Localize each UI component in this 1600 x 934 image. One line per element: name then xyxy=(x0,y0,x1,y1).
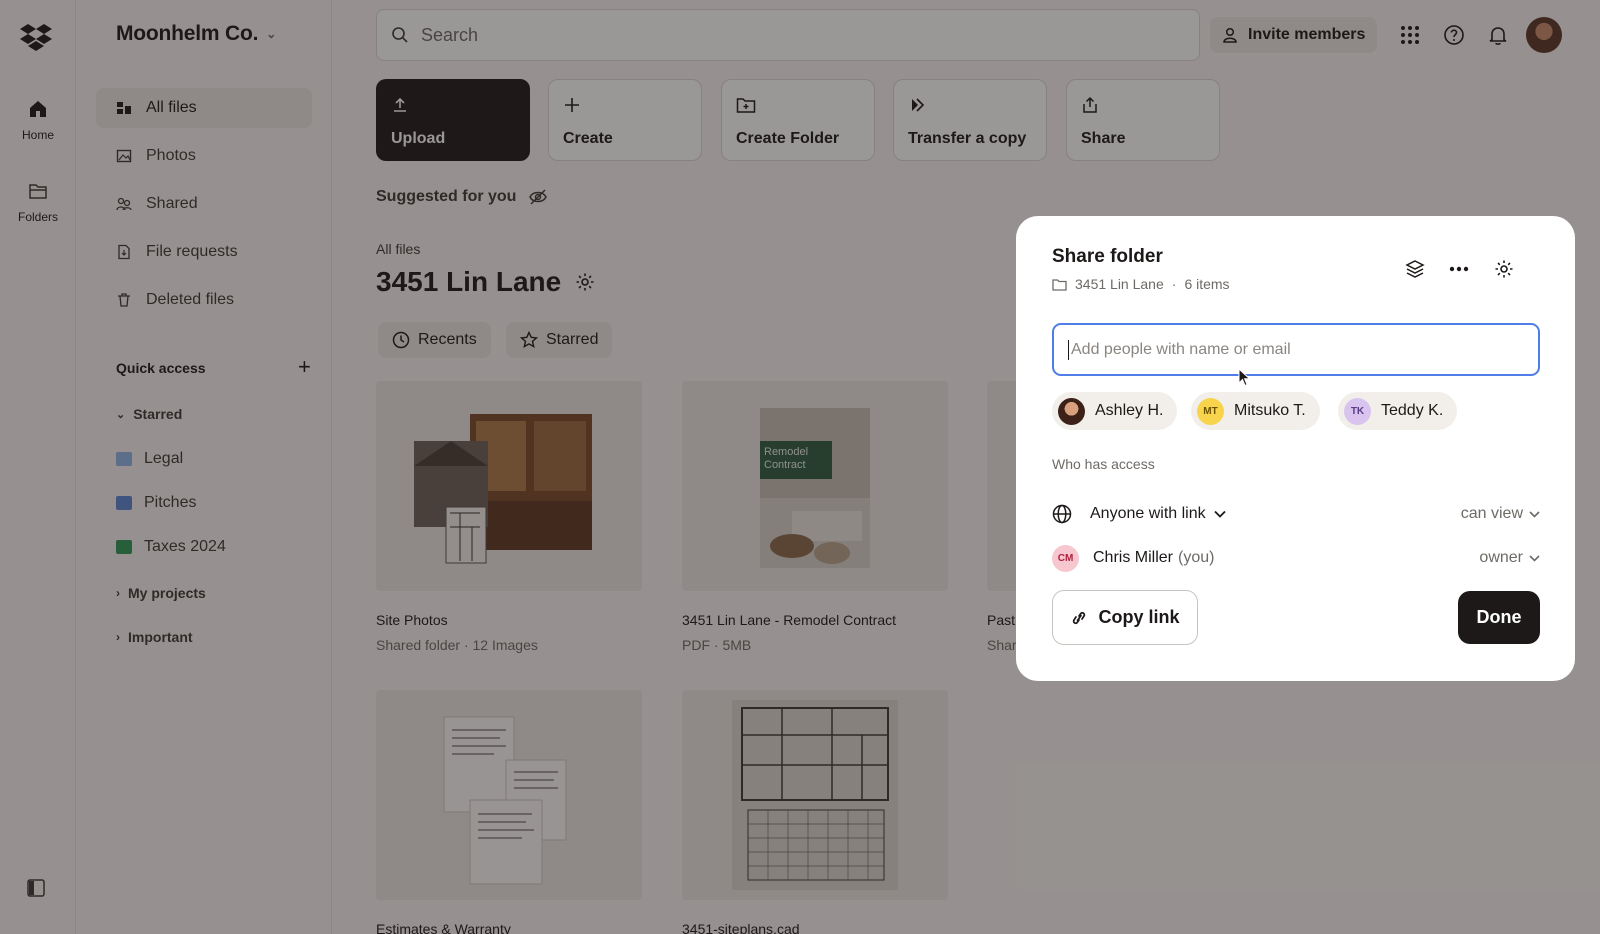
suggestion-name: Teddy K. xyxy=(1381,402,1444,419)
add-people-placeholder: Add people with name or email xyxy=(1071,340,1291,358)
chevron-down-icon xyxy=(1213,510,1226,518)
globe-icon xyxy=(1052,504,1072,524)
share-folder-dialog: Share folder 3451 Lin Lane · 6 items Add… xyxy=(1016,216,1575,681)
suggestion-chip-mitsuko[interactable]: MT Mitsuko T. xyxy=(1191,392,1320,430)
owner-permission-dropdown[interactable]: owner xyxy=(1479,549,1540,567)
chevron-down-icon xyxy=(1529,510,1540,518)
link-access-row: Anyone with link can view xyxy=(1052,499,1540,529)
dialog-item-count: 6 items xyxy=(1184,276,1230,292)
add-people-input[interactable]: Add people with name or email xyxy=(1052,323,1540,376)
dialog-folder-meta: 3451 Lin Lane · 6 items xyxy=(1052,276,1230,292)
who-has-access-label: Who has access xyxy=(1052,456,1155,472)
avatar: MT xyxy=(1197,397,1224,425)
meta-separator: · xyxy=(1171,276,1177,292)
owner-row: CM Chris Miller (you) owner xyxy=(1052,543,1540,573)
dialog-title: Share folder xyxy=(1052,246,1163,267)
owner-permission-label: owner xyxy=(1479,549,1523,566)
more-options-icon[interactable] xyxy=(1448,258,1470,280)
done-button[interactable]: Done xyxy=(1458,591,1540,644)
avatar: CM xyxy=(1052,544,1079,572)
suggestion-chip-ashley[interactable]: Ashley H. xyxy=(1052,392,1178,430)
owner-you-tag: (you) xyxy=(1178,549,1215,566)
chevron-down-icon xyxy=(1529,554,1540,562)
mouse-cursor-icon xyxy=(1238,368,1251,387)
link-icon xyxy=(1073,611,1086,624)
owner-name: Chris Miller xyxy=(1093,549,1173,566)
settings-gear-icon[interactable] xyxy=(1493,258,1515,280)
layers-icon[interactable] xyxy=(1404,258,1426,280)
link-access-label: Anyone with link xyxy=(1090,505,1206,522)
text-caret xyxy=(1068,339,1069,360)
suggestion-chip-teddy[interactable]: TK Teddy K. xyxy=(1338,392,1458,430)
dialog-folder-name: 3451 Lin Lane xyxy=(1075,276,1164,292)
avatar: TK xyxy=(1344,397,1371,425)
link-access-dropdown[interactable]: Anyone with link xyxy=(1090,505,1226,523)
link-permission-dropdown[interactable]: can view xyxy=(1461,505,1540,523)
suggestion-name: Mitsuko T. xyxy=(1234,402,1306,419)
copy-link-button[interactable]: Copy link xyxy=(1052,590,1198,645)
avatar xyxy=(1058,397,1085,425)
copy-link-label: Copy link xyxy=(1098,607,1180,627)
link-permission-label: can view xyxy=(1460,505,1523,522)
folder-icon xyxy=(1052,278,1067,291)
suggestion-name: Ashley H. xyxy=(1095,402,1164,419)
